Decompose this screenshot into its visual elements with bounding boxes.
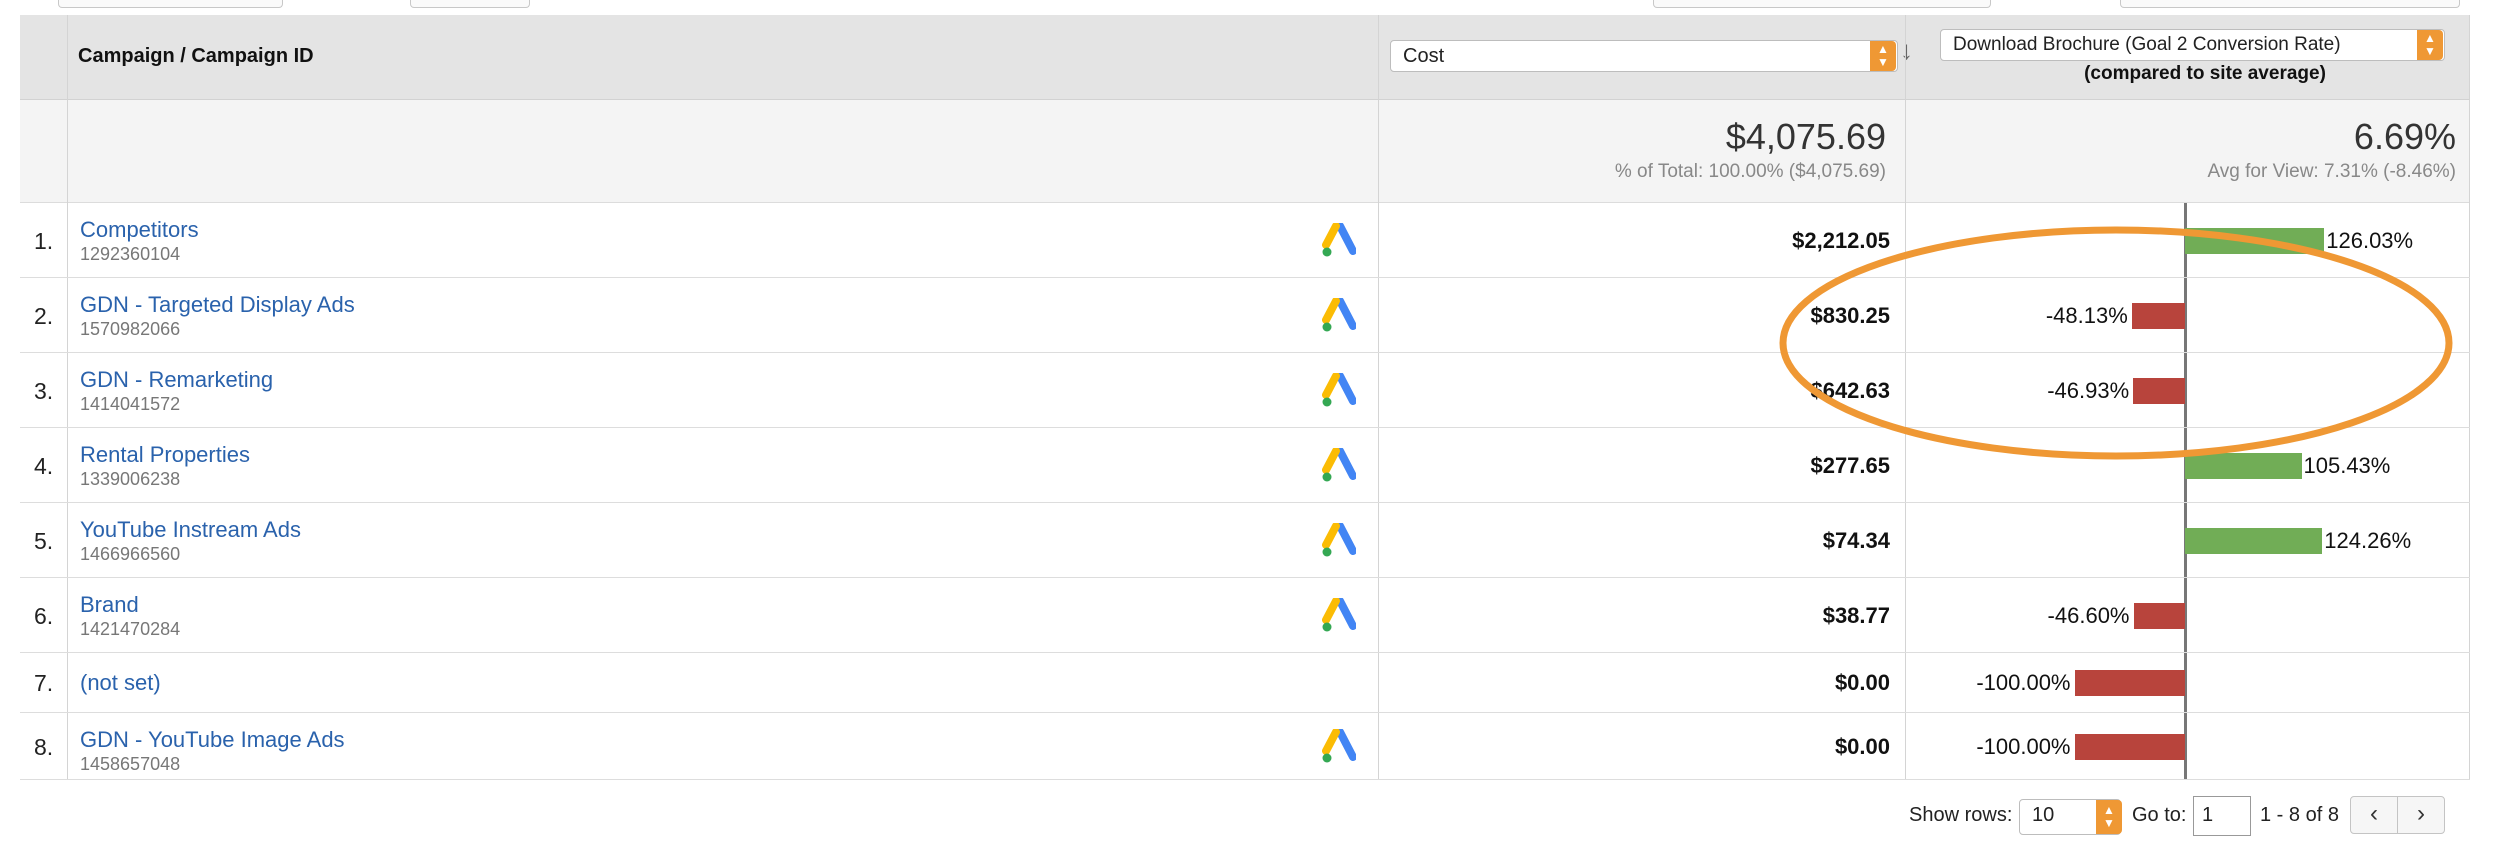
campaign-link[interactable]: Rental Properties: [80, 442, 250, 468]
campaign-link[interactable]: (not set): [80, 670, 161, 696]
comparison-bar-negative: [2074, 670, 2185, 696]
google-ads-icon[interactable]: [1320, 521, 1357, 559]
campaign-link[interactable]: Competitors: [80, 217, 199, 243]
google-ads-icon[interactable]: [1320, 596, 1357, 634]
rate-total: 6.69%: [2353, 116, 2456, 157]
prev-page-button[interactable]: ‹: [2350, 796, 2398, 834]
row-number: 4.: [34, 452, 54, 479]
google-ads-icon[interactable]: [1320, 371, 1357, 409]
campaign-link[interactable]: GDN - YouTube Image Ads: [80, 727, 345, 753]
top-control-1[interactable]: [58, 0, 283, 8]
metric1-select-value: Cost: [1403, 45, 1445, 67]
show-rows-label: Show rows:: [1909, 804, 2013, 826]
comparison-bar-positive: [2185, 527, 2323, 554]
metric1-select-arrow-icon[interactable]: ▲ ▼: [1870, 41, 1896, 71]
campaign-id: 1292360104: [80, 244, 181, 264]
comparison-value: -100.00%: [1976, 670, 2071, 695]
next-page-button[interactable]: ›: [2397, 796, 2445, 834]
row-number: 1.: [34, 227, 54, 254]
comparison-bar-negative: [2133, 602, 2185, 629]
cost-pct-total: % of Total: 100.00% ($4,075.69): [1614, 161, 1886, 182]
cost-total: $4,075.69: [1725, 116, 1886, 157]
google-ads-icon[interactable]: [1320, 296, 1357, 334]
rate-avg: Avg for View: 7.31% (-8.46%): [2207, 161, 2456, 182]
campaign-link[interactable]: YouTube Instream Ads: [80, 517, 301, 543]
show-rows-arrow-icon[interactable]: ▲ ▼: [2096, 800, 2122, 834]
campaign-id: 1421470284: [80, 619, 181, 639]
metric2-select[interactable]: Download Brochure (Goal 2 Conversion Rat…: [1940, 29, 2445, 61]
campaign-link[interactable]: GDN - Targeted Display Ads: [80, 292, 355, 318]
comparison-value: 124.26%: [2324, 527, 2412, 553]
sort-down-arrow-icon[interactable]: ↓: [1900, 35, 1913, 66]
google-ads-icon[interactable]: [1320, 446, 1357, 484]
campaign-id: 1339006238: [80, 469, 181, 489]
show-rows-value: 10: [2032, 804, 2055, 826]
chevron-right-icon: ›: [2417, 800, 2425, 827]
row-number: 8.: [34, 733, 54, 760]
row-number: 2.: [34, 302, 54, 329]
row-number: 5.: [34, 527, 54, 554]
cost-value: $38.77: [1822, 602, 1890, 628]
row-number: 6.: [34, 602, 54, 629]
chevron-left-icon: ‹: [2370, 800, 2378, 827]
top-control-2[interactable]: [410, 0, 530, 8]
metric1-select[interactable]: Cost: [1390, 40, 1898, 72]
goto-input[interactable]: 1: [2193, 796, 2251, 836]
google-ads-icon[interactable]: [1320, 727, 1357, 765]
metric2-select-arrow-icon[interactable]: ▲ ▼: [2417, 30, 2443, 60]
campaign-column-header[interactable]: Campaign / Campaign ID: [78, 45, 314, 68]
metric2-select-value: Download Brochure (Goal 2 Conversion Rat…: [1953, 34, 2341, 55]
top-view-toggle[interactable]: [2120, 0, 2460, 8]
cost-value: $0.00: [1834, 670, 1890, 695]
page-range: 1 - 8 of 8: [2260, 804, 2339, 826]
top-search-input[interactable]: [1653, 0, 1991, 8]
comparison-value: -100.00%: [1976, 733, 2071, 759]
comparison-bar-negative: [2074, 733, 2185, 760]
goto-value: 1: [2202, 804, 2214, 826]
campaign-id: 1466966560: [80, 544, 181, 564]
cost-value: $74.34: [1822, 527, 1890, 553]
annotation-ellipse: [1779, 226, 2453, 460]
campaign-id: 1414041572: [80, 394, 181, 414]
comparison-value: -46.60%: [2047, 602, 2130, 628]
campaign-link[interactable]: Brand: [80, 592, 139, 618]
table-row: [20, 503, 2470, 578]
google-ads-icon[interactable]: [1320, 221, 1357, 259]
row-number: 3.: [34, 377, 54, 404]
goto-label: Go to:: [2132, 804, 2187, 826]
campaign-id: 1570982066: [80, 319, 181, 339]
cost-value: $0.00: [1834, 733, 1890, 759]
metric2-subtitle: (compared to site average): [2084, 63, 2326, 84]
campaign-id: 1458657048: [80, 754, 181, 774]
row-number: 7.: [34, 670, 54, 696]
campaign-link[interactable]: GDN - Remarketing: [80, 367, 273, 393]
